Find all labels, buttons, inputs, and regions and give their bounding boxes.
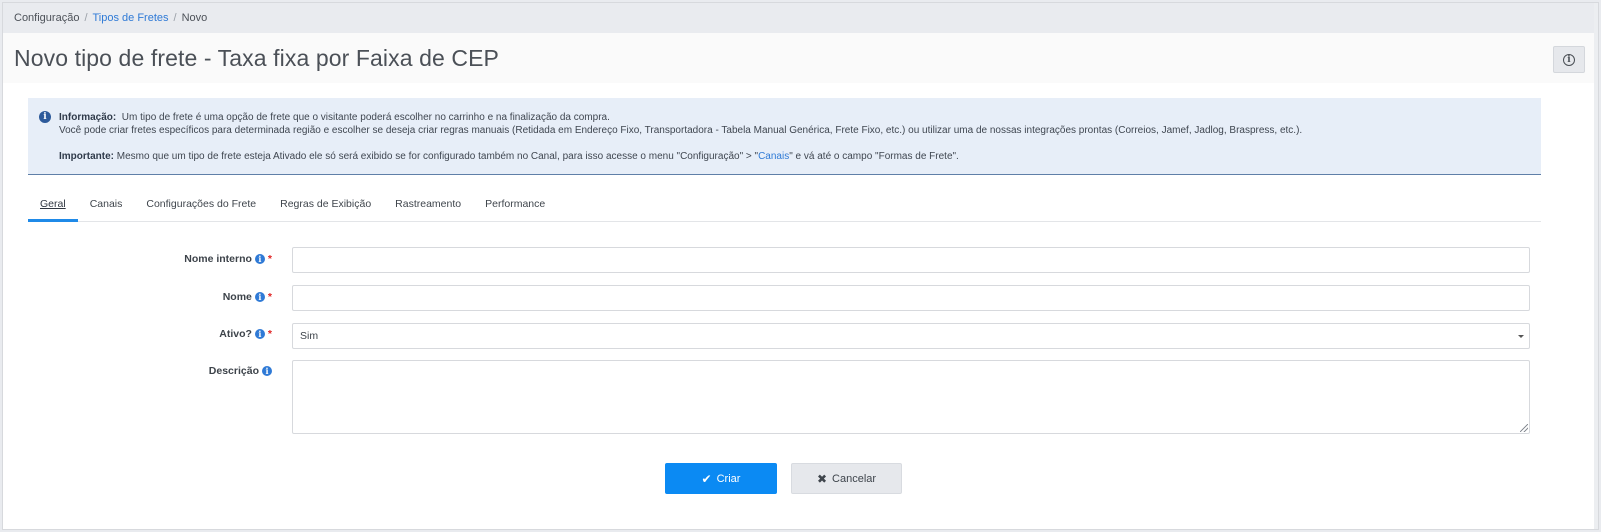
- info-circle-icon: i: [1563, 53, 1575, 66]
- required-mark: *: [267, 328, 272, 340]
- name-label: Nome i *: [223, 291, 272, 303]
- page-info-button[interactable]: i: [1553, 46, 1585, 73]
- required-mark: *: [267, 291, 272, 303]
- active-label: Ativo? i *: [219, 328, 272, 340]
- name-label-text: Nome: [222, 291, 252, 303]
- internal-name-label-text: Nome interno: [184, 253, 252, 265]
- breadcrumb-section[interactable]: Tipos de Fretes: [93, 12, 169, 24]
- help-icon[interactable]: i: [254, 254, 265, 264]
- help-icon[interactable]: i: [254, 292, 265, 302]
- content-panel: i Informação: Um tipo de frete é uma opç…: [3, 83, 1598, 529]
- internal-name-input[interactable]: [292, 247, 1530, 273]
- help-icon[interactable]: i: [262, 366, 272, 376]
- tab-performance[interactable]: Performance: [473, 192, 557, 221]
- tab-regras-exibicao[interactable]: Regras de Exibição: [268, 192, 383, 221]
- breadcrumb-root[interactable]: Configuração: [14, 12, 79, 24]
- description-label: Descrição i: [209, 365, 272, 377]
- tab-geral[interactable]: Geral: [28, 192, 78, 222]
- create-button-label: Criar: [716, 472, 741, 485]
- active-select[interactable]: Sim: [292, 323, 1530, 349]
- tab-bar: Geral Canais Configurações do Frete Regr…: [28, 192, 1541, 222]
- required-mark: *: [267, 253, 272, 265]
- alert-info-line: Informação: Um tipo de frete é uma opção…: [59, 111, 1541, 124]
- breadcrumb-current: Novo: [181, 12, 208, 24]
- help-icon[interactable]: i: [254, 329, 265, 339]
- name-input[interactable]: [292, 285, 1530, 311]
- internal-name-label: Nome interno i *: [184, 253, 272, 265]
- resize-handle-icon[interactable]: [1520, 424, 1528, 432]
- cancel-button[interactable]: ✖ Cancelar: [791, 463, 902, 494]
- active-label-text: Ativo?: [219, 328, 252, 340]
- info-alert: i Informação: Um tipo de frete é uma opç…: [28, 98, 1541, 175]
- tab-rastreamento[interactable]: Rastreamento: [383, 192, 473, 221]
- tab-canais[interactable]: Canais: [78, 192, 135, 221]
- alert-important-text-b: " e vá até o campo "Formas de Frete".: [789, 151, 959, 162]
- close-icon: ✖: [816, 471, 828, 486]
- alert-important-text-a: Mesmo que um tipo de frete esteja Ativad…: [116, 151, 759, 162]
- breadcrumb: Configuração / Tipos de Fretes / Novo: [3, 3, 1598, 33]
- chevron-down-icon: [1518, 335, 1524, 338]
- alert-info-label: Informação:: [59, 112, 117, 123]
- alert-info-text2: Você pode criar fretes específicos para …: [59, 125, 1303, 136]
- app-frame: Configuração / Tipos de Fretes / Novo Novo t…: [2, 2, 1599, 530]
- page-title: Novo tipo de frete - Taxa fixa por Faixa…: [14, 45, 499, 71]
- alert-important-line: Importante: Mesmo que um tipo de frete e…: [59, 150, 1541, 163]
- scrollbar[interactable]: [1594, 3, 1598, 529]
- alert-channels-link[interactable]: Canais: [758, 151, 789, 162]
- alert-important-label: Importante:: [59, 151, 114, 162]
- create-button[interactable]: ✔ Criar: [665, 463, 777, 494]
- description-label-text: Descrição: [208, 365, 259, 377]
- check-icon: ✔: [701, 471, 712, 486]
- active-select-value: Sim: [300, 330, 319, 342]
- alert-info-text: Um tipo de frete é uma opção de frete qu…: [121, 112, 610, 123]
- info-icon: i: [39, 111, 51, 123]
- description-textarea[interactable]: [292, 360, 1530, 434]
- cancel-button-label: Cancelar: [832, 472, 877, 485]
- tab-configuracoes-frete[interactable]: Configurações do Frete: [134, 192, 268, 221]
